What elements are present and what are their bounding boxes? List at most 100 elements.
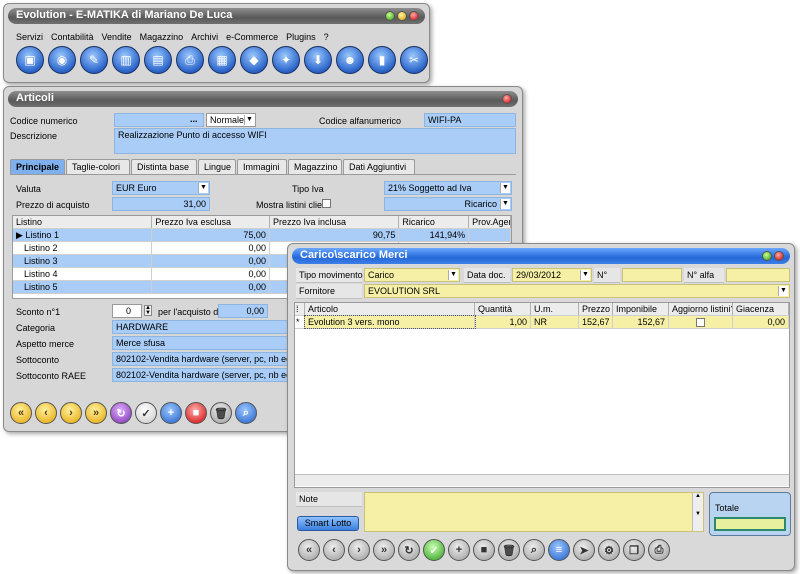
- first-record-icon[interactable]: «: [298, 539, 320, 561]
- refresh-icon[interactable]: ↻: [398, 539, 420, 561]
- column-header[interactable]: Prezzo: [579, 303, 613, 315]
- sales-icon[interactable]: ✎: [80, 46, 108, 74]
- column-header[interactable]: Prezzo Iva inclusa: [270, 216, 400, 228]
- plugins-icon[interactable]: ✦: [272, 46, 300, 74]
- menu-ecommerce[interactable]: e-Commerce: [226, 32, 278, 42]
- codice-alfanumerico-field[interactable]: WIFI-PA: [424, 113, 516, 127]
- categoria-field[interactable]: HARDWARE: [112, 320, 292, 334]
- note-field[interactable]: [364, 492, 704, 532]
- fornitore-select[interactable]: EVOLUTION SRL ▼: [364, 284, 790, 298]
- descrizione-field[interactable]: Realizzazione Punto di accesso WIFI: [114, 128, 516, 154]
- menu-magazzino[interactable]: Magazzino: [140, 32, 184, 42]
- data-doc-field[interactable]: 29/03/2012 ▼: [512, 268, 592, 282]
- per-acquisto-field[interactable]: 0,00: [218, 304, 268, 318]
- confirm-icon[interactable]: ✓: [423, 539, 445, 561]
- accounting-icon[interactable]: ◉: [48, 46, 76, 74]
- column-header[interactable]: Prezzo Iva esclusa: [152, 216, 270, 228]
- stop-icon[interactable]: ■: [185, 402, 207, 424]
- maximize-button[interactable]: [385, 11, 395, 21]
- valuta-select[interactable]: EUR Euro ▼: [112, 181, 210, 195]
- sottoconto-raee-field[interactable]: 802102-Vendita hardware (server, pc, nb …: [112, 368, 292, 382]
- numero-field[interactable]: [622, 268, 682, 282]
- add-icon[interactable]: +: [160, 402, 182, 424]
- aggiorno-listini-checkbox[interactable]: [696, 318, 705, 328]
- confirm-icon[interactable]: ✓: [135, 402, 157, 424]
- codice-lookup-button[interactable]: ...: [190, 114, 198, 124]
- next-record-icon[interactable]: ›: [348, 539, 370, 561]
- search-icon[interactable]: ⌕: [235, 402, 257, 424]
- prezzo-acquisto-field[interactable]: 31,00: [112, 197, 210, 211]
- archive-icon[interactable]: ▤: [144, 46, 172, 74]
- minimize-button[interactable]: [397, 11, 407, 21]
- table-row[interactable]: * Evolution 3 vers. mono 1,00 NR 152,67 …: [295, 315, 789, 329]
- tab-lingue[interactable]: Lingue: [198, 159, 237, 174]
- sottoconto-field[interactable]: 802102-Vendita hardware (server, pc, nb …: [112, 352, 292, 366]
- stop-icon[interactable]: ■: [473, 539, 495, 561]
- main-toolbar: ▣ ◉ ✎ ▥ ▤ ⎙ ▦ ◆ ✦ ⬇ ☻ ▮ ✂: [16, 46, 428, 74]
- tipo-movimento-select[interactable]: Carico ▼: [364, 268, 460, 282]
- tab-taglie-colori[interactable]: Taglie-colori: [66, 159, 131, 174]
- delete-icon[interactable]: 🗑: [210, 402, 232, 424]
- column-header[interactable]: Listino: [13, 216, 153, 228]
- menu-help[interactable]: ?: [324, 32, 329, 42]
- last-record-icon[interactable]: »: [373, 539, 395, 561]
- column-header[interactable]: Quantità: [475, 303, 531, 315]
- last-record-icon[interactable]: »: [85, 402, 107, 424]
- menu-plugins[interactable]: Plugins: [286, 32, 316, 42]
- mostra-listini-checkbox[interactable]: [322, 199, 331, 208]
- column-header[interactable]: Giacenza: [733, 303, 789, 315]
- building-icon[interactable]: ▮: [368, 46, 396, 74]
- maximize-button[interactable]: [762, 251, 772, 261]
- ricarico-select[interactable]: Ricarico ▼: [384, 197, 512, 211]
- save-icon[interactable]: ▣: [16, 46, 44, 74]
- delete-icon[interactable]: 🗑: [498, 539, 520, 561]
- previous-record-icon[interactable]: ‹: [35, 402, 57, 424]
- menu-contabilita[interactable]: Contabilità: [51, 32, 94, 42]
- numero-alfa-field[interactable]: [726, 268, 790, 282]
- calculator-icon[interactable]: ▦: [208, 46, 236, 74]
- warehouse-icon[interactable]: ▥: [112, 46, 140, 74]
- column-header[interactable]: U.m.: [531, 303, 579, 315]
- tab-immagini[interactable]: Immagini: [237, 159, 288, 174]
- print-icon[interactable]: ⎙: [648, 539, 670, 561]
- column-header[interactable]: Imponibile: [613, 303, 669, 315]
- tools-icon[interactable]: ✂: [400, 46, 428, 74]
- tipo-iva-select[interactable]: 21% Soggetto ad Iva ▼: [384, 181, 512, 195]
- sconto-field[interactable]: 0: [112, 304, 142, 318]
- close-button[interactable]: [502, 94, 512, 104]
- close-button[interactable]: [774, 251, 784, 261]
- first-record-icon[interactable]: «: [10, 402, 32, 424]
- menu-vendite[interactable]: Vendite: [102, 32, 132, 42]
- next-record-icon[interactable]: ›: [60, 402, 82, 424]
- search-icon[interactable]: ⌕: [523, 539, 545, 561]
- tab-dati-aggiuntivi[interactable]: Dati Aggiuntivi: [343, 159, 416, 174]
- column-header[interactable]: Ricarico: [399, 216, 470, 228]
- menu-servizi[interactable]: Servizi: [16, 32, 43, 42]
- column-header[interactable]: Articolo: [305, 303, 475, 315]
- column-header[interactable]: Prov.Agen: [469, 216, 511, 228]
- table-row[interactable]: ▶ Listino 1 75,00 90,75 141,94%: [13, 229, 511, 242]
- settings-icon[interactable]: ⚙: [598, 539, 620, 561]
- menu-archivi[interactable]: Archivi: [191, 32, 218, 42]
- tab-distinta-base[interactable]: Distinta base: [131, 159, 198, 174]
- aspetto-field[interactable]: Merce sfusa: [112, 336, 292, 350]
- tab-magazzino[interactable]: Magazzino: [288, 159, 343, 174]
- print-icon[interactable]: ⎙: [176, 46, 204, 74]
- note-scrollbar[interactable]: ▲ ▼: [692, 493, 703, 531]
- download-icon[interactable]: ⬇: [304, 46, 332, 74]
- ecommerce-icon[interactable]: ◆: [240, 46, 268, 74]
- sconto-stepper[interactable]: ▲ ▼: [144, 305, 152, 316]
- send-icon[interactable]: ➤: [573, 539, 595, 561]
- previous-record-icon[interactable]: ‹: [323, 539, 345, 561]
- close-button[interactable]: [409, 11, 419, 21]
- users-icon[interactable]: ☻: [336, 46, 364, 74]
- column-header[interactable]: Aggiorno listini?: [669, 303, 733, 315]
- horizontal-scrollbar[interactable]: [295, 474, 789, 486]
- tipo-codice-select[interactable]: Normale ▼: [206, 113, 256, 127]
- list-icon[interactable]: ≡: [548, 539, 570, 561]
- refresh-icon[interactable]: ↻: [110, 402, 132, 424]
- copy-icon[interactable]: ❐: [623, 539, 645, 561]
- add-icon[interactable]: +: [448, 539, 470, 561]
- smart-lotto-button[interactable]: Smart Lotto: [297, 516, 359, 531]
- tab-principale[interactable]: Principale: [10, 159, 66, 174]
